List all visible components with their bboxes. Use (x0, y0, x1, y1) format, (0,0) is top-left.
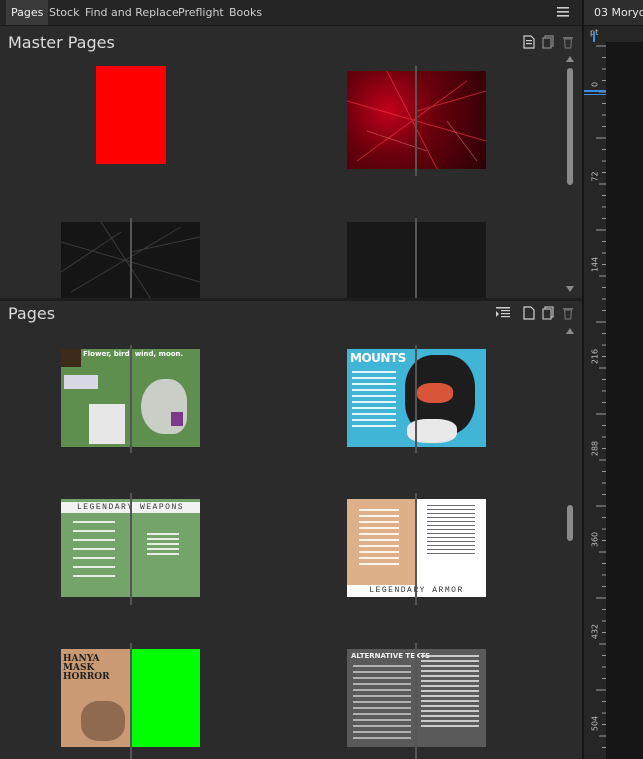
spread-4-text-right (427, 505, 475, 557)
spread-2-illustration-accent (417, 383, 453, 403)
spread-1-text-block (64, 375, 98, 389)
scroll-up-arrow-icon[interactable] (566, 56, 574, 62)
master-page-thumbnail-a[interactable] (96, 66, 166, 164)
spread-6-text-right (421, 655, 479, 729)
vertical-ruler[interactable]: 0 72 144 216 288 360 432 504 (584, 42, 606, 759)
ruler-label-216: 216 (590, 348, 600, 365)
scroll-down-arrow-icon[interactable] (566, 286, 574, 292)
duplicate-page-icon[interactable] (542, 306, 554, 320)
duplicate-master-page-icon[interactable] (542, 35, 554, 49)
ruler-origin-marker (593, 32, 595, 42)
spread-spine (415, 66, 417, 176)
pages-scroll-thumb[interactable] (567, 505, 573, 541)
spread-3-text-left (73, 521, 115, 581)
document-canvas[interactable] (606, 42, 643, 759)
tab-books[interactable]: Books (224, 0, 267, 25)
delete-page-icon[interactable] (562, 306, 574, 320)
ruler-label-144: 144 (590, 256, 600, 273)
delete-master-page-icon[interactable] (562, 35, 574, 49)
spread-1-bird-image (61, 349, 81, 367)
master-pages-scroll-thumb[interactable] (567, 68, 573, 185)
spread-spine (415, 643, 417, 759)
ruler-label-288: 288 (590, 440, 600, 457)
spread-spine (130, 493, 132, 605)
ruler-label-0: 0 (590, 81, 600, 88)
panel-menu-icon[interactable] (556, 6, 570, 18)
spread-1-heading: Flower, bird, wind, moon. (83, 350, 184, 358)
ruler-ticks (596, 45, 606, 748)
tab-find-and-replace[interactable]: Find and Replace (80, 0, 184, 25)
ruler-label-72: 72 (590, 171, 600, 182)
pages-scrollbar[interactable] (565, 325, 575, 759)
add-master-page-icon[interactable] (523, 35, 535, 49)
spread-spine (415, 493, 417, 605)
ruler-label-504: 504 (590, 715, 600, 732)
spread-spine (130, 643, 132, 759)
spread-5-illustration (81, 701, 125, 741)
apply-master-icon[interactable] (495, 306, 511, 320)
spread-spine (415, 218, 417, 299)
spread-5-heading: HANYA MASK HORROR (63, 654, 110, 682)
spread-4-text-left (359, 509, 399, 569)
ruler-label-360: 360 (590, 531, 600, 548)
spread-6-heading: ALTERNATIVE TEXTS (351, 652, 431, 660)
spread-6-text-left (353, 665, 411, 743)
section-divider[interactable] (0, 298, 582, 301)
tab-stock[interactable]: Stock (44, 0, 84, 25)
spread-2-text-block (352, 371, 396, 427)
spread-1-paper-image (89, 404, 125, 444)
master-pages-scrollbar[interactable] (565, 55, 575, 297)
panel-tab-bar: Pages Stock Find and Replace Preflight B… (0, 0, 582, 26)
horizontal-ruler[interactable]: pt (584, 26, 643, 42)
pages-title: Pages (8, 304, 56, 323)
ruler-label-432: 432 (590, 623, 600, 640)
spread-2-heading: MOUNTS (350, 351, 406, 365)
spread-spine (415, 345, 417, 453)
master-pages-title: Master Pages (8, 33, 115, 52)
document-tab-label: 03 Moryo (594, 6, 643, 19)
spread-1-purple-block (171, 412, 183, 426)
spread-3-text-right (147, 533, 179, 557)
tab-preflight[interactable]: Preflight (173, 0, 229, 25)
tab-pages[interactable]: Pages (6, 0, 49, 25)
scroll-up-arrow-icon[interactable] (566, 328, 574, 334)
add-page-icon[interactable] (523, 306, 535, 320)
spread-spine (130, 218, 132, 299)
spread-spine (130, 345, 132, 453)
